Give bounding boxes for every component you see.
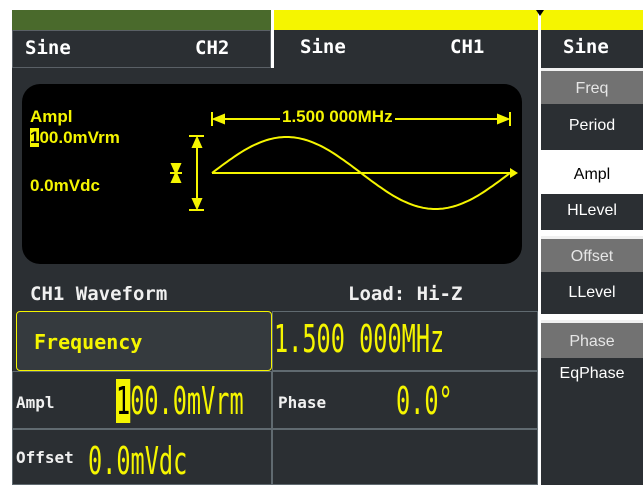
phase-value: 0.0° [396, 379, 453, 423]
menu-color-strip [541, 10, 643, 30]
ampl-value-rest: 00.0mVrm [130, 379, 244, 423]
tab-ch1[interactable]: Sine CH1 [274, 30, 538, 68]
softkey-empty [541, 400, 643, 485]
empty-cell [272, 429, 538, 485]
softkey-ampl[interactable]: Ampl [541, 156, 643, 194]
softkey-hlevel[interactable]: HLevel [541, 194, 643, 230]
ch2-color-strip [12, 10, 271, 30]
ch2-waveform-name: Sine [25, 37, 71, 59]
ch2-label: CH2 [195, 37, 230, 59]
generator-screen: Sine CH2 Sine CH1 Sine Ampl 100.0mVrm 0.… [0, 0, 643, 485]
ch1-waveform-name: Sine [300, 36, 346, 58]
waveform-end-icon [510, 168, 518, 178]
amplitude-span-arrow [189, 135, 204, 211]
offset-value: 0.0mVdc [88, 439, 188, 483]
softkey-phase[interactable]: Phase [541, 320, 643, 358]
frequency-label: Frequency [34, 330, 143, 354]
waveform-plot [170, 112, 518, 211]
phase-label: Phase [278, 393, 327, 412]
softkey-gap [541, 314, 643, 320]
channel-marker-icon [536, 10, 544, 16]
softkey-gap [541, 150, 643, 156]
softkey-freq[interactable]: Freq [541, 68, 643, 104]
ampl-value: 100.0mVrm [116, 379, 244, 423]
softkey-gap [541, 230, 643, 236]
panel-title: CH1 Waveform [30, 283, 168, 305]
softkey-offset[interactable]: Offset [541, 236, 643, 272]
offset-marker [170, 163, 182, 183]
softkey-period[interactable]: Period [541, 104, 643, 150]
ampl-label: Ampl [16, 393, 55, 412]
softkey-llevel[interactable]: LLevel [541, 272, 643, 314]
menu-title-label: Sine [563, 36, 609, 58]
load-status: Load: Hi-Z [348, 283, 463, 305]
tab-ch2[interactable]: Sine CH2 [12, 30, 271, 68]
menu-title: Sine [541, 30, 643, 68]
ampl-cursor-digit: 1 [116, 379, 131, 423]
display-frequency: 1.500 000MHz [280, 107, 395, 127]
softkey-eqphase[interactable]: EqPhase [541, 358, 643, 400]
waveform-display: Ampl 100.0mVrm 0.0mVdc 1.500 000MHz [22, 84, 522, 264]
frequency-value: 1.500 000MHz [274, 317, 445, 361]
ch1-color-strip [274, 10, 538, 30]
ch1-label: CH1 [450, 36, 485, 58]
offset-label: Offset [16, 448, 74, 467]
